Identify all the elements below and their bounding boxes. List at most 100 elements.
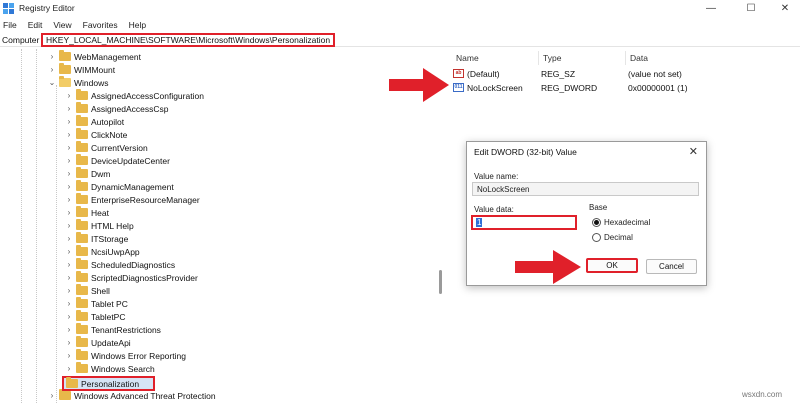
- menu-edit[interactable]: Edit: [28, 20, 43, 30]
- column-divider[interactable]: [538, 51, 539, 65]
- dialog-title: Edit DWORD (32-bit) Value: [474, 147, 577, 157]
- tree-item[interactable]: › Windows Error Reporting: [64, 349, 186, 362]
- close-button[interactable]: ✕: [771, 0, 799, 17]
- tree-item[interactable]: › AssignedAccessConfiguration: [64, 89, 204, 102]
- registry-tree[interactable]: › WebManagement › WIMMount ⌄ Windows › Assig…: [0, 49, 440, 403]
- chevron-right-icon[interactable]: ›: [64, 349, 74, 362]
- chevron-right-icon[interactable]: ›: [64, 310, 74, 323]
- tree-item[interactable]: › TenantRestrictions: [64, 323, 161, 336]
- tree-item[interactable]: › Heat: [64, 206, 109, 219]
- chevron-right-icon[interactable]: ›: [47, 63, 57, 76]
- address-bar[interactable]: Computer HKEY_LOCAL_MACHINE\SOFTWARE\Mic…: [0, 33, 800, 47]
- splitter-grip[interactable]: [439, 270, 442, 294]
- tree-guide-line: [21, 49, 22, 403]
- tree-item[interactable]: › Shell: [64, 284, 110, 297]
- hexadecimal-label[interactable]: Hexadecimal: [604, 218, 650, 227]
- cancel-button[interactable]: Cancel: [646, 259, 697, 274]
- folder-icon: [76, 102, 88, 113]
- tree-item[interactable]: › TabletPC: [64, 310, 126, 323]
- folder-icon: [76, 232, 88, 243]
- tree-item[interactable]: › ScriptedDiagnosticsProvider: [64, 271, 198, 284]
- chevron-right-icon[interactable]: ›: [64, 102, 74, 115]
- chevron-right-icon[interactable]: ›: [64, 232, 74, 245]
- tree-item[interactable]: › NcsiUwpApp: [64, 245, 140, 258]
- chevron-right-icon[interactable]: ›: [64, 336, 74, 349]
- column-header-data[interactable]: Data: [630, 53, 648, 63]
- folder-icon: [76, 323, 88, 334]
- chevron-right-icon[interactable]: ›: [64, 193, 74, 206]
- tree-item[interactable]: › UpdateApi: [64, 336, 131, 349]
- value-row-nolockscreen[interactable]: 011 NoLockScreen REG_DWORD 0x00000001 (1…: [453, 81, 688, 94]
- radio-decimal[interactable]: [592, 233, 601, 242]
- tree-item[interactable]: › ClickNote: [64, 128, 127, 141]
- title-bar: Registry Editor — ☐ ✕: [0, 0, 800, 17]
- red-arrow-icon: [389, 68, 449, 102]
- tree-item[interactable]: › EnterpriseResourceManager: [64, 193, 200, 206]
- chevron-right-icon[interactable]: ›: [64, 128, 74, 141]
- menu-file[interactable]: File: [3, 20, 17, 30]
- folder-icon: [76, 297, 88, 308]
- chevron-right-icon[interactable]: ›: [64, 141, 74, 154]
- chevron-right-icon[interactable]: ›: [64, 167, 74, 180]
- tree-item[interactable]: › HTML Help: [64, 219, 134, 232]
- folder-icon: [66, 377, 78, 388]
- tree-item-personalization-selected[interactable]: Personalization: [64, 377, 139, 390]
- folder-icon: [76, 167, 88, 178]
- column-header-type[interactable]: Type: [543, 53, 561, 63]
- dword-value-icon: 011: [453, 83, 464, 92]
- menu-view[interactable]: View: [53, 20, 71, 30]
- menu-favorites[interactable]: Favorites: [83, 20, 118, 30]
- tree-item[interactable]: › Windows Search: [64, 362, 155, 375]
- column-header-name[interactable]: Name: [456, 53, 479, 63]
- tree-item-webmanagement[interactable]: › WebManagement: [47, 50, 141, 63]
- folder-icon: [76, 180, 88, 191]
- chevron-right-icon[interactable]: ›: [64, 245, 74, 258]
- decimal-label[interactable]: Decimal: [604, 233, 633, 242]
- chevron-right-icon[interactable]: ›: [64, 206, 74, 219]
- folder-icon: [76, 258, 88, 269]
- folder-icon: [59, 389, 71, 400]
- radio-hexadecimal[interactable]: [592, 218, 601, 227]
- chevron-right-icon[interactable]: ›: [64, 323, 74, 336]
- maximize-button[interactable]: ☐: [737, 0, 765, 17]
- tree-item[interactable]: › Tablet PC: [64, 297, 128, 310]
- chevron-right-icon[interactable]: ›: [64, 258, 74, 271]
- close-icon[interactable]: ✕: [689, 145, 698, 158]
- tree-item[interactable]: › Dwm: [64, 167, 110, 180]
- chevron-right-icon[interactable]: ›: [64, 115, 74, 128]
- tree-item-wimmount[interactable]: › WIMMount: [47, 63, 115, 76]
- chevron-right-icon[interactable]: ›: [64, 219, 74, 232]
- pane-splitter[interactable]: [440, 49, 448, 403]
- tree-item[interactable]: › DynamicManagement: [64, 180, 174, 193]
- tree-item[interactable]: › CurrentVersion: [64, 141, 148, 154]
- chevron-right-icon[interactable]: ›: [64, 271, 74, 284]
- address-path[interactable]: HKEY_LOCAL_MACHINE\SOFTWARE\Microsoft\Wi…: [41, 33, 336, 47]
- watermark: wsxdn.com: [742, 390, 783, 399]
- minimize-button[interactable]: —: [697, 0, 725, 17]
- value-row-default[interactable]: ab (Default) REG_SZ (value not set): [453, 67, 682, 80]
- tree-item[interactable]: › Autopilot: [64, 115, 124, 128]
- chevron-right-icon[interactable]: ›: [64, 284, 74, 297]
- tree-item[interactable]: › DeviceUpdateCenter: [64, 154, 170, 167]
- tree-item[interactable]: › AssignedAccessCsp: [64, 102, 168, 115]
- chevron-right-icon[interactable]: ›: [47, 389, 57, 402]
- chevron-down-icon[interactable]: ⌄: [47, 76, 57, 89]
- column-divider[interactable]: [625, 51, 626, 65]
- chevron-right-icon[interactable]: ›: [64, 297, 74, 310]
- chevron-right-icon[interactable]: ›: [64, 180, 74, 193]
- tree-item[interactable]: › ScheduledDiagnostics: [64, 258, 175, 271]
- folder-icon: [76, 89, 88, 100]
- registry-editor-icon: [3, 3, 14, 14]
- chevron-right-icon[interactable]: ›: [64, 362, 74, 375]
- value-data-label: Value data:: [474, 205, 514, 214]
- minimize-icon: —: [706, 3, 716, 14]
- tree-item-windows[interactable]: ⌄ Windows: [47, 76, 108, 89]
- ok-button[interactable]: OK: [586, 258, 638, 273]
- value-data-input[interactable]: 1: [471, 215, 577, 230]
- tree-item[interactable]: › ITStorage: [64, 232, 128, 245]
- menu-help[interactable]: Help: [129, 20, 146, 30]
- chevron-right-icon[interactable]: ›: [64, 154, 74, 167]
- chevron-right-icon[interactable]: ›: [64, 89, 74, 102]
- folder-icon: [76, 154, 88, 165]
- chevron-right-icon[interactable]: ›: [47, 50, 57, 63]
